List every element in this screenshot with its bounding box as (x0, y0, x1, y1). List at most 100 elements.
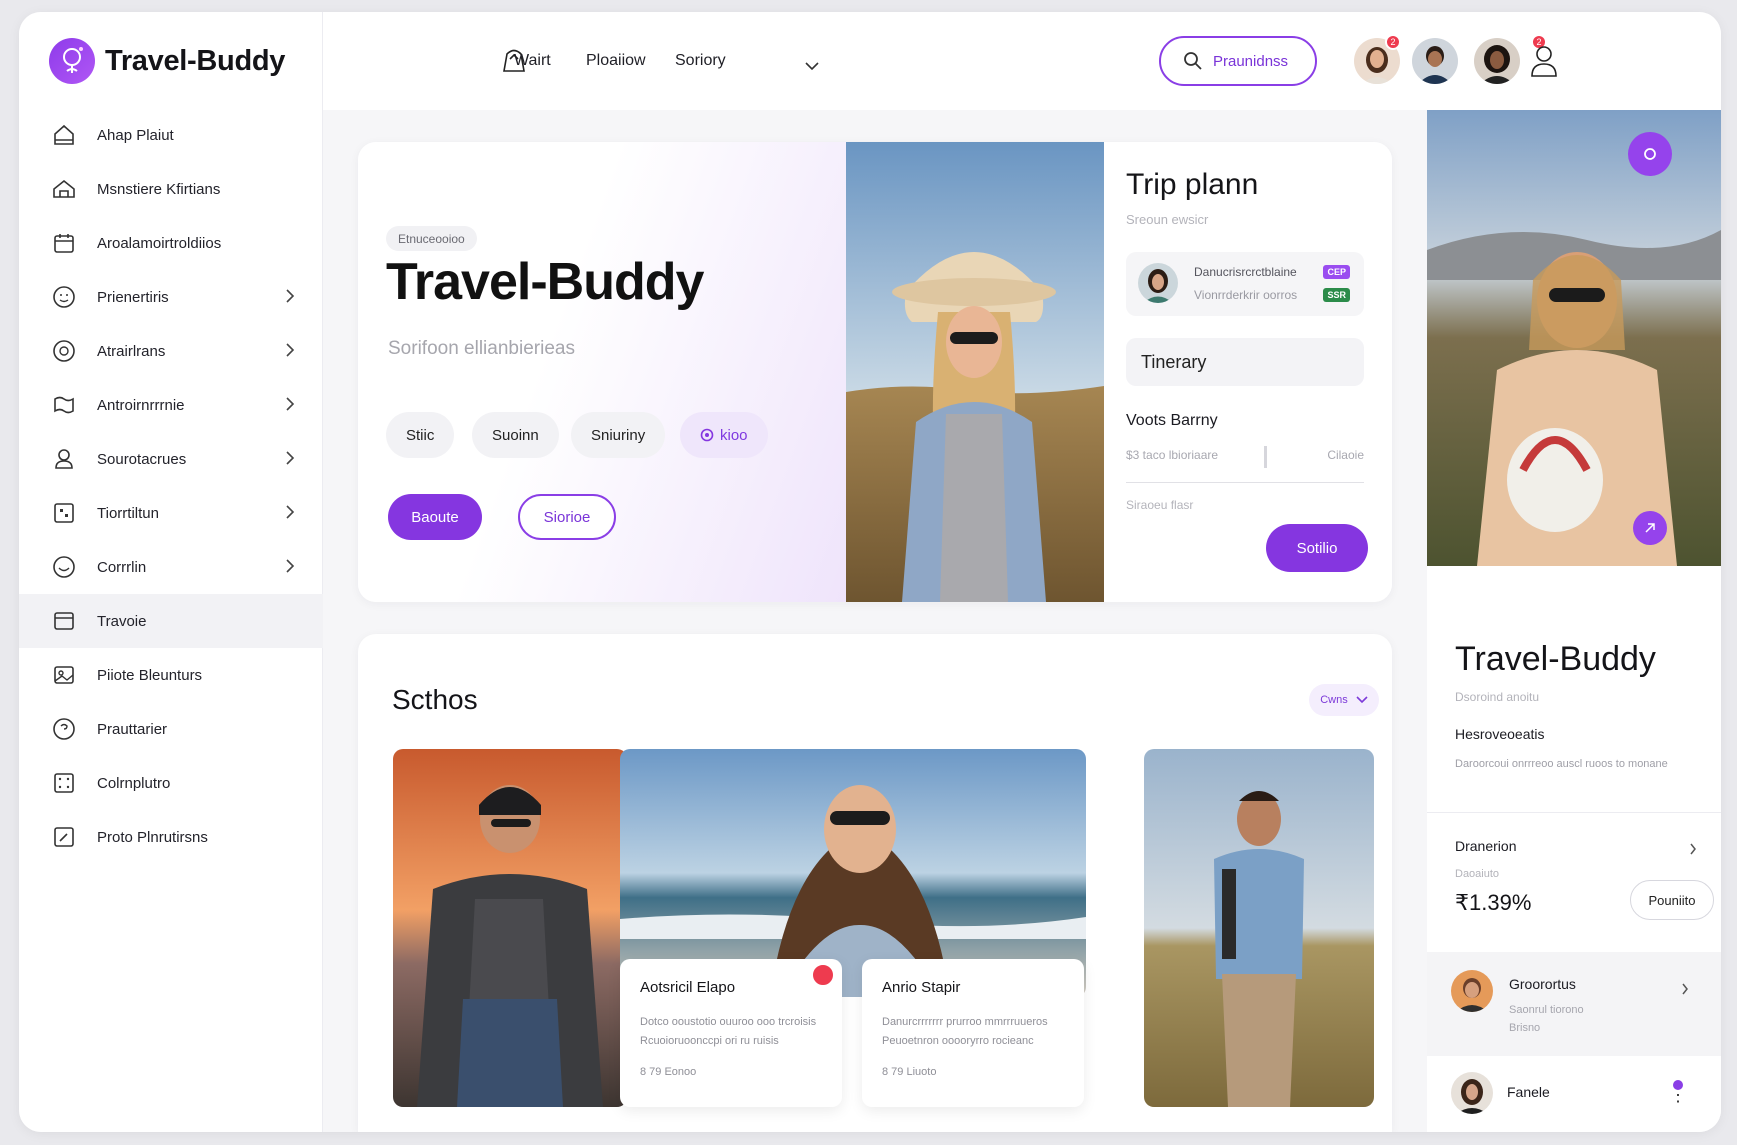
sidebar-item-label: Aroalamoirtroldiios (97, 234, 222, 252)
sidebar-item-10[interactable]: Piiote Bleunturs (19, 648, 323, 702)
sort-label: Cwns (1320, 694, 1348, 706)
sidebar-item-label: Prienertiris (97, 288, 169, 306)
sidebar-item-label: Piiote Bleunturs (97, 666, 203, 684)
app-window: Travel-Buddy Ahap Plaiut Msnstiere Kfirt… (19, 12, 1721, 1132)
sidebar-item-5[interactable]: Antroirnrrrnie (19, 378, 323, 432)
slider-handle[interactable] (1264, 446, 1267, 468)
avatar (1138, 263, 1178, 303)
destination-value: ₹1.39% (1455, 890, 1532, 915)
hero-subtitle: Sorifoon ellianbierieas (388, 338, 575, 359)
search-button[interactable]: Praunidnss (1159, 36, 1317, 86)
hero-badge: Etnuceooioo (386, 226, 477, 251)
sidebar-item-label: Sourotacrues (97, 450, 187, 468)
user-outline-icon[interactable] (1528, 42, 1560, 83)
chevron-right-icon[interactable] (1689, 842, 1697, 861)
sidebar-item-label: Colrnplutro (97, 774, 171, 792)
hero-photo (846, 142, 1104, 602)
search-icon (1184, 52, 1202, 70)
sidebar-item-7[interactable]: Tiorrtiltun (19, 486, 323, 540)
story-description: Dotco ooustotio ouuroo ooo trcroisis Rcu… (640, 1016, 817, 1047)
tag-badge: CEP (1323, 265, 1350, 279)
sidebar-item-label: Prauttarier (97, 720, 168, 738)
story-card[interactable]: Anrio Stapir Danurcrrrrrrr prurroo mmrrr… (862, 959, 1084, 1107)
filter-chip-active[interactable]: kioo (680, 412, 768, 458)
circle-dot-icon (700, 428, 714, 442)
stories-section: Scthos Cwns Aotsricil Elapo Dotco oousto… (358, 634, 1392, 1132)
sidebar-item-8[interactable]: Corrrlin (19, 540, 323, 594)
story-photo[interactable] (1144, 749, 1374, 1107)
brand[interactable]: Travel-Buddy (49, 38, 285, 84)
divider (1427, 812, 1721, 813)
sidebar-item-label: Antroirnrrrnie (97, 396, 185, 414)
avatar[interactable] (1474, 38, 1520, 84)
chevron-right-icon (285, 396, 295, 417)
sidebar-item-label: Travoie (97, 612, 147, 630)
chevron-down-icon[interactable] (804, 58, 820, 76)
sidebar-item-2[interactable]: Aroalamoirtroldiios (19, 216, 323, 270)
filter-chip[interactable]: Stiic (386, 412, 455, 458)
sidebar-item-label: Atrairlrans (97, 342, 166, 360)
sidebar-item-0[interactable]: Ahap Plaiut (19, 108, 323, 162)
chevron-right-icon (285, 450, 295, 471)
chevron-right-icon (285, 288, 295, 309)
trip-title: Trip plann (1126, 168, 1259, 201)
chip-label: kioo (720, 426, 748, 444)
sidebar-item-label: Corrrlin (97, 558, 147, 576)
map-icon (51, 392, 77, 418)
share-button[interactable] (1633, 511, 1667, 545)
trip-note: Siraoeu flasr (1126, 498, 1194, 512)
destination-label[interactable]: Dranerion (1455, 838, 1516, 854)
top-link-2[interactable]: Soriory (675, 52, 726, 70)
house-icon (51, 176, 77, 202)
badge-icon (51, 716, 77, 742)
budget-slider[interactable]: $3 taco lbioriaare Cilaoie (1126, 446, 1364, 468)
status-dot (1671, 1078, 1685, 1092)
story-title: Anrio Stapir (882, 979, 961, 996)
contact-row[interactable]: Groorortus Saonrul tiorono Brisno (1427, 952, 1721, 1056)
trip-submit-button[interactable]: Sotilio (1266, 524, 1368, 572)
itinerary-field[interactable]: Tinerary (1126, 338, 1364, 386)
topbar: Wairt Ploaiiow Soriory Praunidnss 2 2 (323, 12, 1721, 110)
sidebar-item-3[interactable]: Prienertiris (19, 270, 323, 324)
sidebar-item-11[interactable]: Prauttarier (19, 702, 323, 756)
sidebar-item-1[interactable]: Msnstiere Kfirtians (19, 162, 323, 216)
sidebar-item-label: Msnstiere Kfirtians (97, 180, 221, 198)
hero-card: Etnuceooioo Travel-Buddy Sorifoon ellian… (358, 142, 1392, 602)
secondary-button[interactable]: Siorioe (518, 494, 616, 540)
calendar-icon (51, 230, 77, 256)
story-meta: 8 79 Eonoo (640, 1066, 697, 1078)
top-link-0[interactable]: Wairt (514, 52, 551, 70)
avatar[interactable] (1412, 38, 1458, 84)
sidebar-item-13[interactable]: Proto Plnrutirsns (19, 810, 323, 864)
tag-badge: SSR (1323, 288, 1350, 302)
trip-subtitle: Sreoun ewsicr (1126, 212, 1209, 227)
filter-chip[interactable]: Sniuriny (571, 412, 666, 458)
top-link-1[interactable]: Ploaiiow (586, 52, 646, 70)
divider (1126, 482, 1364, 483)
refresh-button[interactable] (1628, 132, 1672, 176)
trip-summary-card[interactable]: Danucrisrcrctblaine Vionrrderkrir oorros… (1126, 252, 1364, 316)
sidebar-item-4[interactable]: Atrairlrans (19, 324, 323, 378)
search-label: Praunidnss (1213, 52, 1289, 70)
primary-button[interactable]: Baoute (388, 494, 482, 540)
sort-dropdown[interactable]: Cwns (1309, 684, 1379, 716)
filter-chip[interactable]: Suoinn (472, 412, 559, 458)
photo-icon (51, 662, 77, 688)
sidebar-item-9[interactable]: Travoie (19, 594, 323, 648)
profile-action-button[interactable]: Pouniito (1630, 880, 1714, 920)
like-icon[interactable] (810, 962, 836, 988)
sidebar-item-12[interactable]: Colrnplutro (19, 756, 323, 810)
hero-content: Etnuceooioo Travel-Buddy Sorifoon ellian… (358, 142, 846, 602)
story-card[interactable]: Aotsricil Elapo Dotco ooustotio ouuroo o… (620, 959, 842, 1107)
profile-photo (1427, 110, 1721, 566)
window-icon (51, 608, 77, 634)
contact-name: Groorortus (1509, 976, 1576, 992)
trip-card-line2: Vionrrderkrir oorros (1194, 288, 1298, 302)
chevron-right-icon (1681, 982, 1689, 1001)
contact-row[interactable]: Fanele ⋮ (1427, 1056, 1721, 1132)
trip-plan-panel: Trip plann Sreoun ewsicr Danucrisrcrctbl… (1104, 142, 1392, 602)
compass-icon (51, 338, 77, 364)
contact-sub: Brisno (1509, 1022, 1541, 1034)
story-photo[interactable] (393, 749, 627, 1107)
sidebar-item-6[interactable]: Sourotacrues (19, 432, 323, 486)
